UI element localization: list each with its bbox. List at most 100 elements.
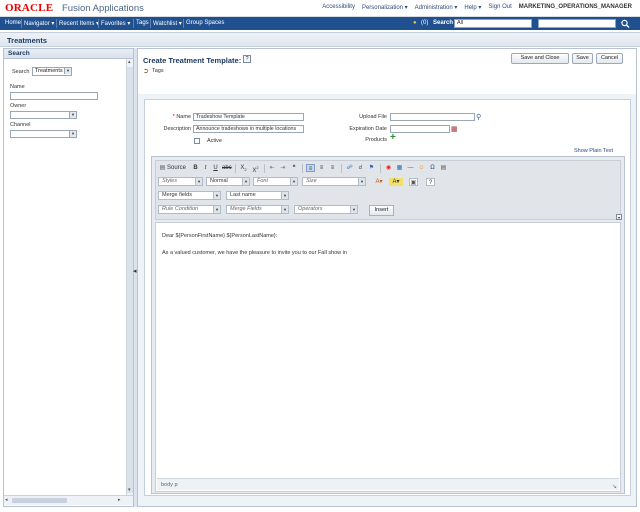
search-icon[interactable]	[620, 19, 631, 28]
size-select[interactable]: Size ▾	[302, 177, 366, 186]
chevron-down-icon: ▾	[358, 178, 365, 185]
product-name: Fusion Applications	[62, 3, 144, 14]
vertical-scrollbar[interactable]: ▴ ▾	[126, 59, 133, 495]
strikethrough-icon[interactable]: abc	[222, 164, 232, 172]
merge-fields-select-2[interactable]: Merge Fields ▾	[226, 205, 289, 214]
upload-file-input[interactable]	[390, 113, 475, 121]
tag-icon[interactable]: ➲	[143, 67, 149, 75]
unlink-icon[interactable]: ☌	[356, 164, 365, 172]
global-search-input[interactable]	[538, 19, 616, 28]
cancel-button[interactable]: Cancel	[596, 53, 623, 64]
styles-select[interactable]: Styles ▾	[158, 177, 203, 186]
scroll-left-icon[interactable]: ◂	[5, 497, 8, 503]
administration-menu[interactable]: Administration ▾	[415, 4, 458, 11]
expiration-date-input[interactable]	[390, 125, 450, 133]
description-input[interactable]: Announce tradeshows in multiple location…	[193, 125, 304, 133]
search-panel: Search Search Treatments ▾ Name Owner ▾ …	[3, 48, 134, 507]
align-center-icon[interactable]: ≡	[317, 164, 326, 172]
chevron-down-icon: ▾	[64, 68, 71, 74]
nav-navigator[interactable]: Navigator ▾	[24, 20, 54, 27]
source-icon[interactable]: ▤	[159, 164, 166, 172]
owner-select[interactable]: ▾	[10, 111, 77, 119]
main-region: Create Treatment Template: ? ➲ Tags Save…	[137, 48, 637, 507]
background-color-icon[interactable]: A▾	[389, 178, 403, 186]
editor-content-area[interactable]: Dear ${PersonFirstName} ${PersonLastName…	[155, 222, 621, 492]
search-icon[interactable]: ⚲	[476, 113, 481, 121]
nav-group-spaces[interactable]: Group Spaces	[186, 20, 224, 26]
description-label: Description	[163, 126, 191, 132]
align-right-icon[interactable]: ≡	[328, 164, 337, 172]
table-icon[interactable]: ▦	[395, 164, 404, 172]
anchor-flag-icon[interactable]: ⚑	[367, 164, 376, 172]
nav-home[interactable]: Home	[5, 20, 21, 26]
maximize-icon[interactable]: ▣	[409, 178, 418, 186]
align-left-icon[interactable]: ≡	[306, 164, 315, 172]
horizontal-line-icon[interactable]: —	[406, 164, 415, 172]
chevron-down-icon: ▾	[281, 206, 288, 213]
scrollbar-thumb[interactable]	[12, 498, 67, 503]
global-header: ORACLE Fusion Applications Accessibility…	[0, 0, 640, 17]
active-checkbox[interactable]	[194, 138, 200, 144]
save-and-close-button[interactable]: Save and Close	[511, 53, 569, 64]
merge-fields-select[interactable]: Merge fields ▾	[158, 191, 221, 200]
template-name-input[interactable]: Tradeshow Template	[193, 113, 304, 121]
help-menu[interactable]: Help ▾	[464, 4, 481, 11]
show-plain-text-link[interactable]: Show Plain Text	[574, 148, 613, 154]
toolbar-collapse-icon[interactable]: ▾	[616, 214, 622, 220]
link-icon[interactable]: ☍	[345, 164, 354, 172]
channel-select[interactable]: ▾	[10, 130, 77, 138]
collapse-panel-icon[interactable]: ◂	[133, 267, 137, 275]
notification-icon[interactable]: ●	[413, 20, 417, 26]
notification-count[interactable]: (0)	[421, 20, 428, 26]
personalization-menu[interactable]: Personalization ▾	[362, 4, 408, 11]
format-select[interactable]: Normal ▾	[206, 177, 250, 186]
tags-link[interactable]: Tags	[152, 68, 164, 74]
resize-handle-icon[interactable]: ↘	[612, 483, 617, 490]
font-select[interactable]: Font ▾	[253, 177, 298, 186]
rule-condition-select[interactable]: Rule Condition ▾	[158, 205, 221, 214]
scroll-right-icon[interactable]: ▸	[118, 497, 121, 503]
underline-icon[interactable]: U	[212, 164, 219, 172]
smiley-icon[interactable]: ☺	[417, 164, 426, 172]
create-template-title: Create Treatment Template:	[143, 56, 242, 65]
save-button[interactable]: Save	[572, 53, 593, 64]
iframe-icon[interactable]: ▤	[439, 164, 448, 172]
search-scope-select[interactable]: All	[454, 19, 532, 28]
search-type-select[interactable]: Treatments ▾	[32, 67, 72, 76]
chevron-down-icon: ▾	[195, 178, 202, 185]
search-panel-body: Search Treatments ▾ Name Owner ▾ Channel…	[4, 59, 126, 495]
text-color-icon[interactable]: A▾	[372, 178, 386, 186]
add-product-icon[interactable]: +	[390, 133, 396, 143]
insert-button[interactable]: Insert	[369, 205, 394, 216]
help-icon[interactable]: ?	[243, 55, 251, 63]
scroll-down-icon[interactable]: ▾	[128, 487, 131, 493]
editor-help-icon[interactable]: ?	[426, 178, 435, 186]
styles-select-value: Styles	[162, 178, 177, 184]
outdent-icon[interactable]: ⇤	[268, 164, 276, 172]
search-panel-header: Search	[4, 49, 133, 59]
blockquote-icon[interactable]: ❝	[290, 164, 298, 172]
subscript-icon[interactable]: X2	[239, 164, 248, 172]
calendar-icon[interactable]: ▦	[451, 125, 458, 133]
editor-text-line[interactable]: As a valued customer, we have the pleasu…	[162, 250, 347, 256]
scroll-up-icon[interactable]: ▴	[128, 59, 131, 65]
nav-watchlist[interactable]: Watchlist ▾	[153, 20, 182, 27]
nav-tags[interactable]: Tags	[136, 20, 149, 26]
superscript-icon[interactable]: X2	[251, 164, 260, 174]
merge-field-value-select[interactable]: Last name ▾	[226, 191, 289, 200]
scrollbar-thumb[interactable]	[127, 67, 133, 493]
flash-icon[interactable]: ◉	[384, 164, 393, 172]
source-button[interactable]: Source	[167, 164, 189, 172]
special-char-icon[interactable]: Ω	[428, 164, 437, 172]
bold-icon[interactable]: B	[192, 164, 199, 172]
nav-favorites[interactable]: Favorites ▾	[101, 20, 130, 27]
indent-icon[interactable]: ⇥	[279, 164, 287, 172]
editor-text-line[interactable]: Dear ${PersonFirstName} ${PersonLastName…	[162, 233, 277, 239]
nav-recent-items[interactable]: Recent Items ▾	[59, 20, 99, 27]
accessibility-link[interactable]: Accessibility	[322, 4, 355, 11]
name-input[interactable]	[10, 92, 98, 100]
sign-out-link[interactable]: Sign Out	[488, 4, 511, 11]
italic-icon[interactable]: I	[202, 164, 209, 172]
operators-select[interactable]: Operators ▾	[294, 205, 358, 214]
horizontal-scrollbar[interactable]: ◂ ▸	[4, 495, 133, 505]
